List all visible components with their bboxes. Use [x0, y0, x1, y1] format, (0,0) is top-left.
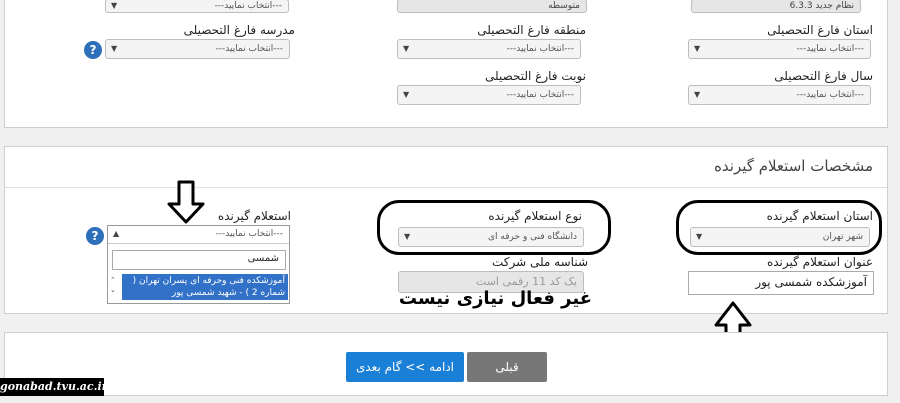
- province-label: استان استعلام گیرنده: [766, 209, 873, 223]
- section-title: مشخصات استعلام گیرنده: [714, 157, 873, 175]
- receiver-dropdown: ▲ ---انتخاب نمایید--- شمسی ⌃ ⌄ آموزشکده ف…: [107, 225, 290, 304]
- receiver-label: استعلام گیرنده: [217, 209, 291, 223]
- receiver-title-label: عنوان استعلام گیرنده: [766, 255, 873, 269]
- annotation-text: غیر فعال نیازی نیست: [398, 288, 592, 309]
- grad-province-label: استان فارغ التحصیلی: [767, 23, 873, 37]
- grad-province-select[interactable]: ▼ ---انتخاب نمایید---: [688, 39, 871, 59]
- chevron-down-icon: ▼: [694, 44, 701, 53]
- next-step-button[interactable]: ادامه >> گام بعدی: [346, 352, 464, 382]
- grad-school-label: مدرسه فارغ التحصیلی: [183, 23, 295, 37]
- chevron-down-icon: ▼: [404, 232, 411, 241]
- chevron-down-icon: ▼: [696, 232, 703, 241]
- grad-region-label: منطقه فارغ التحصیلی: [477, 23, 586, 37]
- watermark: gonabad.tvu.ac.ir: [0, 378, 107, 396]
- education-panel: نظام جدید 6.3.3 متوسطه ▼ ---انتخاب نمایی…: [4, 0, 888, 128]
- receiver-option[interactable]: آموزشکده فنی وحرفه ای پسران تهران ( شمار…: [122, 274, 288, 300]
- education-level-select: متوسطه: [397, 0, 587, 13]
- receiver-panel: مشخصات استعلام گیرنده استان استعلام گیرن…: [4, 146, 888, 359]
- chevron-down-icon: ▼: [694, 90, 701, 99]
- grad-year-label: سال فارغ التحصیلی: [774, 69, 873, 83]
- chevron-down-icon: ▼: [111, 44, 118, 53]
- chevron-down-icon: ▼: [111, 1, 118, 10]
- previous-button[interactable]: قبلی: [467, 352, 547, 382]
- receiver-search-input[interactable]: شمسی: [112, 250, 286, 270]
- help-icon[interactable]: ?: [84, 41, 102, 59]
- top-left-select[interactable]: ▼ ---انتخاب نمایید---: [105, 0, 289, 13]
- grad-region-select[interactable]: ▼ ---انتخاب نمایید---: [397, 39, 581, 59]
- grad-school-select[interactable]: ▼ ---انتخاب نمایید---: [105, 39, 290, 59]
- chevron-down-icon: ▼: [403, 90, 410, 99]
- type-select[interactable]: ▼ دانشگاه فنی و حرفه ای: [398, 227, 584, 247]
- education-system-select: نظام جدید 6.3.3: [691, 0, 861, 13]
- section-divider: [5, 187, 887, 188]
- grad-year-select[interactable]: ▼ ---انتخاب نمایید---: [688, 85, 871, 105]
- receiver-select[interactable]: ▲ ---انتخاب نمایید---: [108, 226, 289, 244]
- down-arrow-annotation: [166, 180, 206, 230]
- province-select[interactable]: ▼ شهر تهران: [690, 227, 870, 247]
- type-label: نوع استعلام گیرنده: [488, 209, 582, 223]
- scroll-arrows[interactable]: ⌃ ⌄: [110, 275, 118, 295]
- chevron-up-icon: ▲: [113, 229, 120, 238]
- grad-turn-label: نوبت فارغ التحصیلی: [485, 69, 586, 83]
- help-icon[interactable]: ?: [86, 227, 104, 245]
- receiver-title-input[interactable]: آموزشکده شمسی پور: [688, 271, 874, 295]
- navigation-panel: قبلی ادامه >> گام بعدی: [4, 332, 888, 396]
- chevron-down-icon: ▼: [403, 44, 410, 53]
- national-id-label: شناسه ملی شرکت: [491, 255, 588, 269]
- grad-turn-select[interactable]: ▼ ---انتخاب نمایید---: [397, 85, 581, 105]
